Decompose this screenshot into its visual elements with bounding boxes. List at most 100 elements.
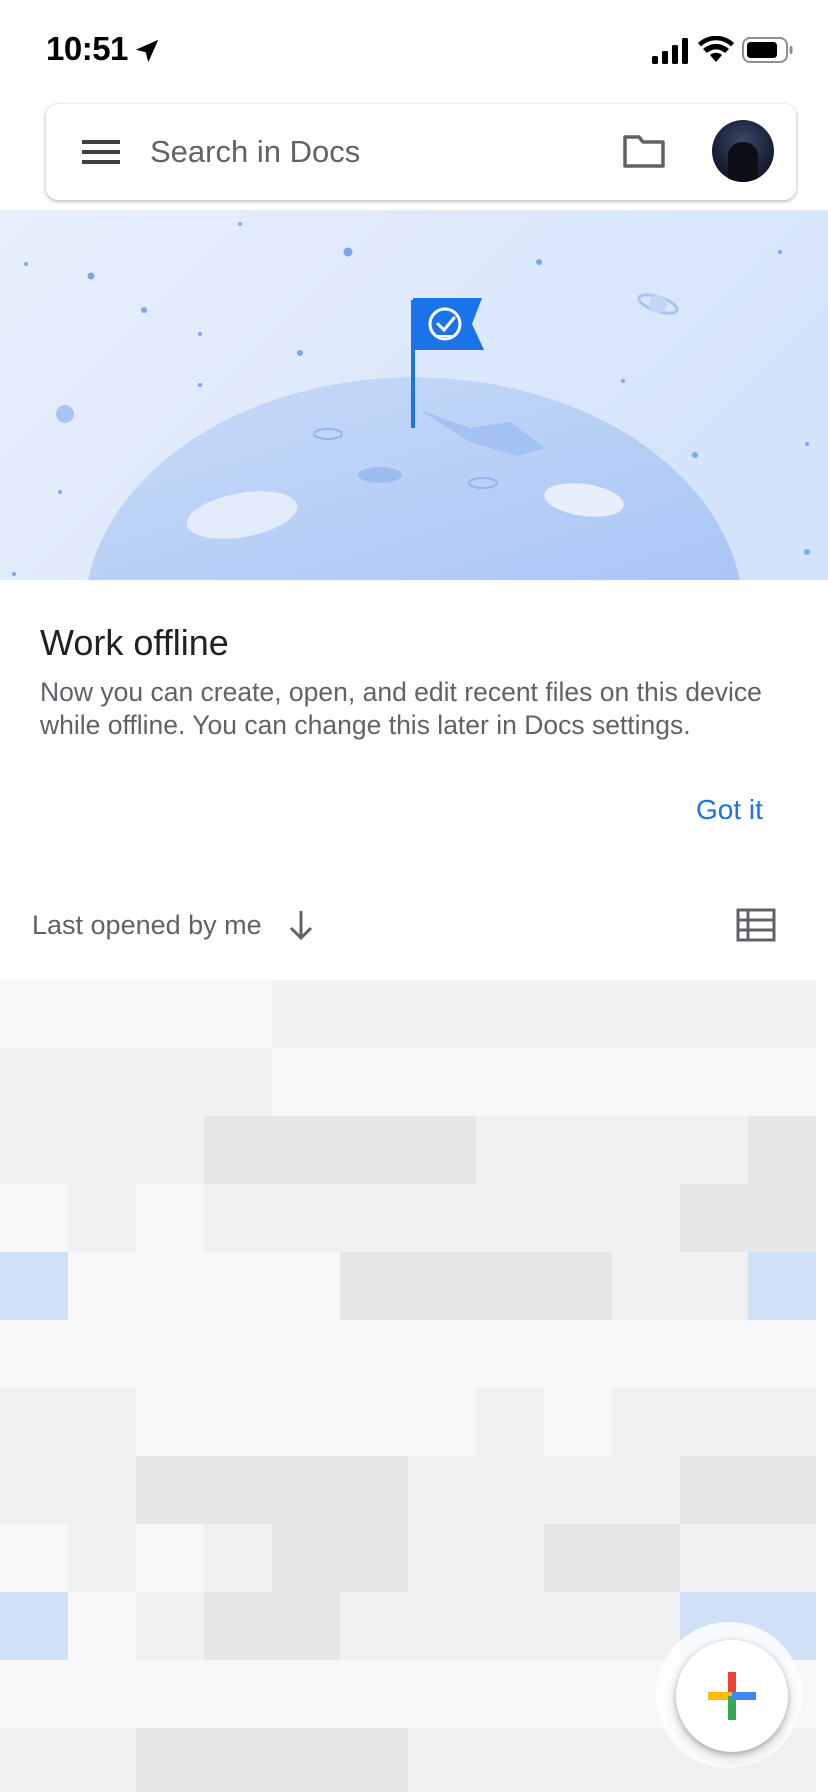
obscured-cell — [68, 1320, 136, 1388]
obscured-cell — [340, 1320, 408, 1388]
obscured-cell — [408, 1252, 476, 1320]
obscured-cell — [272, 980, 340, 1048]
obscured-cell — [476, 1592, 544, 1660]
obscured-cell — [340, 1048, 408, 1116]
obscured-cell — [204, 1048, 272, 1116]
menu-icon[interactable] — [82, 134, 120, 170]
obscured-cell — [544, 1116, 612, 1184]
obscured-cell — [408, 980, 476, 1048]
obscured-cell — [680, 1252, 748, 1320]
obscured-cell — [340, 1660, 408, 1728]
obscured-cell — [408, 1728, 476, 1792]
sort-label[interactable]: Last opened by me — [32, 910, 262, 941]
folder-icon[interactable] — [622, 132, 666, 170]
obscured-cell — [272, 1524, 340, 1592]
obscured-cell — [680, 980, 748, 1048]
list-view-icon[interactable] — [736, 908, 776, 942]
obscured-cell — [476, 1524, 544, 1592]
obscured-cell — [612, 1388, 680, 1456]
obscured-cell — [748, 1048, 816, 1116]
obscured-cell — [136, 1456, 204, 1524]
obscured-cell — [272, 1388, 340, 1456]
obscured-cell — [0, 980, 68, 1048]
obscured-cell — [0, 1592, 68, 1660]
offline-illustration — [0, 210, 828, 580]
obscured-cell — [204, 1660, 272, 1728]
obscured-cell — [748, 1116, 816, 1184]
obscured-cell — [204, 1320, 272, 1388]
offline-card-body: Now you can create, open, and edit recen… — [40, 677, 762, 740]
obscured-cell — [476, 1320, 544, 1388]
obscured-cell — [272, 1252, 340, 1320]
search-bar[interactable]: Search in Docs — [46, 104, 796, 200]
wifi-icon — [698, 36, 734, 62]
obscured-cell — [136, 1660, 204, 1728]
moon-illustration — [12, 222, 810, 580]
obscured-cell — [748, 1388, 816, 1456]
obscured-cell — [476, 1456, 544, 1524]
obscured-cell — [272, 1660, 340, 1728]
obscured-cell — [340, 1456, 408, 1524]
obscured-cell — [408, 1660, 476, 1728]
obscured-cell — [0, 1320, 68, 1388]
obscured-cell — [680, 1048, 748, 1116]
obscured-cell — [340, 1524, 408, 1592]
obscured-cell — [340, 1388, 408, 1456]
obscured-cell — [544, 1456, 612, 1524]
obscured-cell — [340, 1728, 408, 1792]
got-it-button[interactable]: Got it — [696, 794, 763, 826]
obscured-cell — [748, 1456, 816, 1524]
obscured-cell — [136, 1592, 204, 1660]
obscured-cell — [204, 1524, 272, 1592]
obscured-cell — [0, 1524, 68, 1592]
obscured-cell — [748, 1524, 816, 1592]
search-input[interactable]: Search in Docs — [150, 134, 360, 170]
obscured-cell — [476, 1388, 544, 1456]
obscured-cell — [408, 1524, 476, 1592]
obscured-cell — [612, 980, 680, 1048]
obscured-cell — [680, 1116, 748, 1184]
obscured-cell — [0, 1388, 68, 1456]
obscured-cell — [544, 1048, 612, 1116]
obscured-cell — [68, 1592, 136, 1660]
obscured-cell — [612, 1320, 680, 1388]
obscured-cell — [408, 1388, 476, 1456]
obscured-cell — [748, 980, 816, 1048]
obscured-cell — [272, 1592, 340, 1660]
avatar[interactable] — [712, 120, 774, 182]
cellular-signal-icon — [652, 38, 688, 64]
obscured-cell — [476, 980, 544, 1048]
obscured-cell — [476, 1728, 544, 1792]
obscured-cell — [476, 1660, 544, 1728]
obscured-cell — [748, 1320, 816, 1388]
obscured-cell — [544, 980, 612, 1048]
obscured-cell — [204, 1252, 272, 1320]
obscured-cell — [0, 1184, 68, 1252]
offline-card-title: Work offline — [40, 622, 229, 663]
obscured-cell — [136, 1728, 204, 1792]
arrow-down-icon[interactable] — [286, 908, 316, 942]
location-arrow-icon — [135, 39, 159, 63]
obscured-cell — [340, 1184, 408, 1252]
obscured-cell — [68, 1728, 136, 1792]
obscured-cell — [68, 1388, 136, 1456]
obscured-cell — [544, 1592, 612, 1660]
obscured-cell — [204, 1184, 272, 1252]
obscured-cell — [340, 1116, 408, 1184]
obscured-cell — [136, 1184, 204, 1252]
obscured-cell — [136, 1048, 204, 1116]
obscured-cell — [0, 1048, 68, 1116]
new-document-button[interactable] — [676, 1640, 788, 1752]
plus-icon — [708, 1672, 756, 1720]
obscured-cell — [544, 1660, 612, 1728]
obscured-cell — [272, 1456, 340, 1524]
obscured-cell — [68, 1252, 136, 1320]
obscured-cell — [680, 1388, 748, 1456]
obscured-cell — [136, 1388, 204, 1456]
obscured-cell — [544, 1184, 612, 1252]
obscured-cell — [68, 1048, 136, 1116]
obscured-cell — [408, 1048, 476, 1116]
obscured-cell — [0, 1660, 68, 1728]
obscured-cell — [544, 1728, 612, 1792]
obscured-cell — [68, 1660, 136, 1728]
